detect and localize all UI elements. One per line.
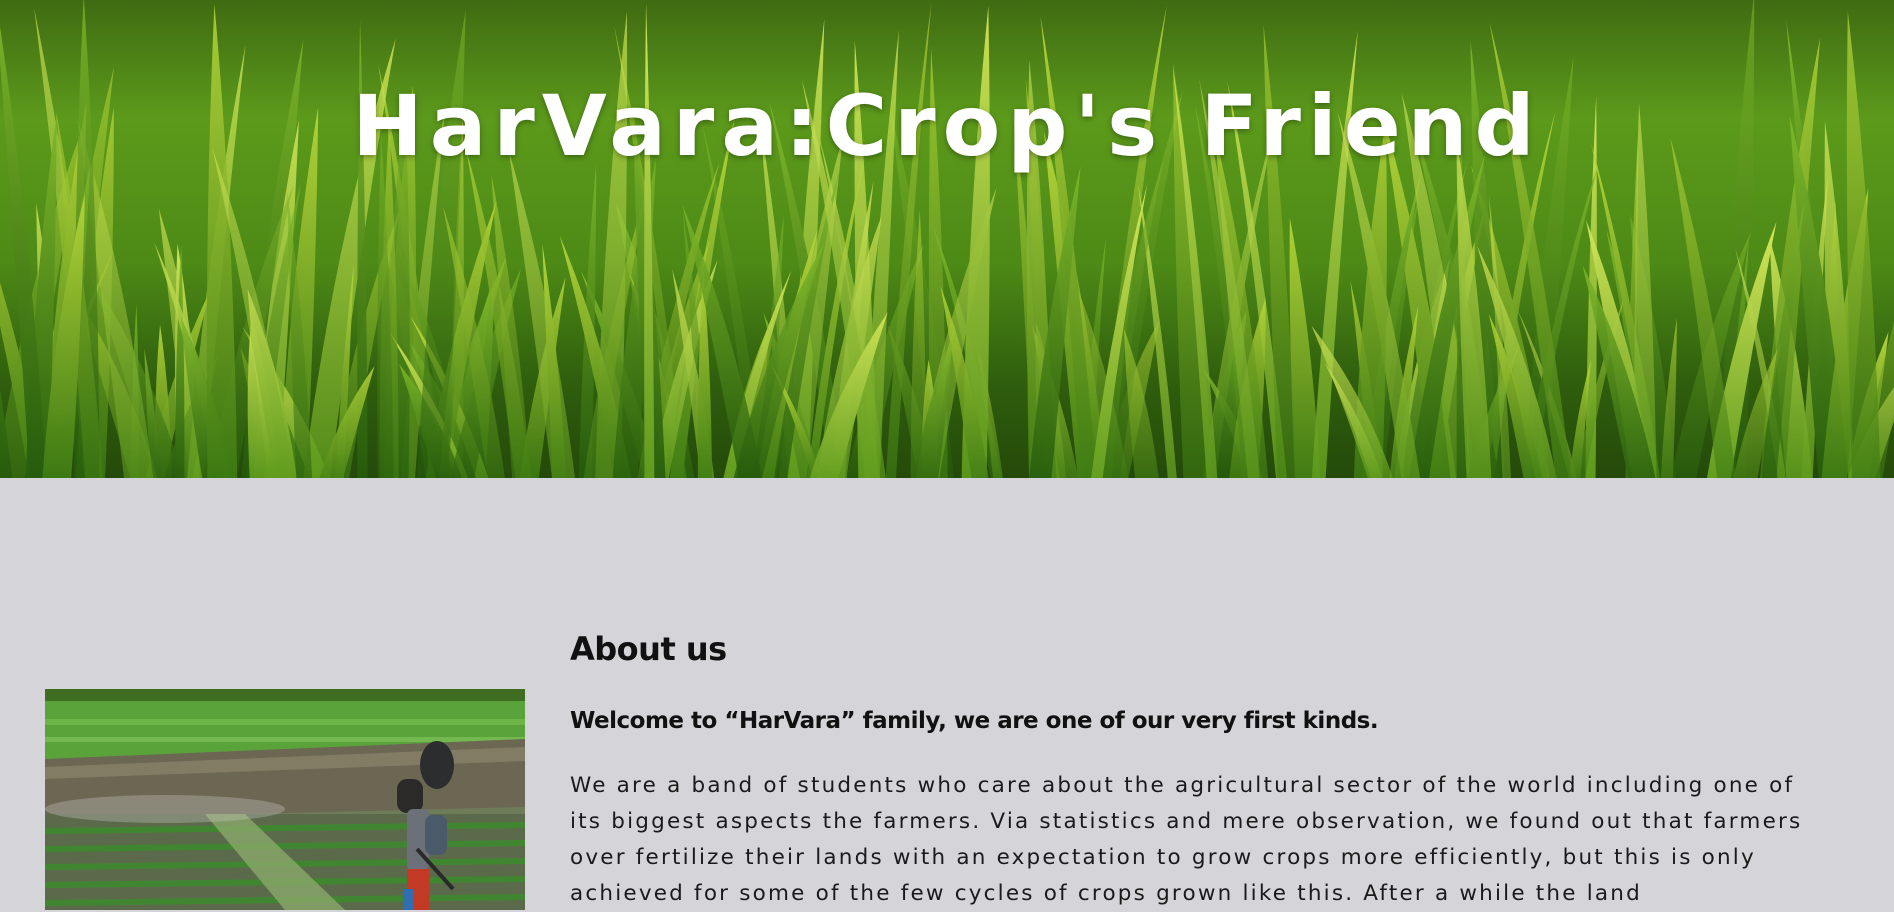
corn-leaf: [1846, 11, 1881, 478]
hero-banner: HarVara:Crop's Friend: [0, 0, 1894, 478]
about-section: About us Welcome to “HarVara” family, we…: [570, 628, 1810, 912]
about-heading: About us: [570, 630, 727, 668]
hero-title: HarVara:Crop's Friend: [352, 77, 1542, 175]
about-body-text: We are a band of students who care about…: [570, 773, 1803, 906]
farmer-spraying-field-photo: [45, 689, 525, 910]
about-subheading: Welcome to “HarVara” family, we are one …: [570, 708, 1379, 734]
corn-field-photo: [0, 0, 1894, 478]
farmer-photo-illustration: [45, 689, 525, 910]
